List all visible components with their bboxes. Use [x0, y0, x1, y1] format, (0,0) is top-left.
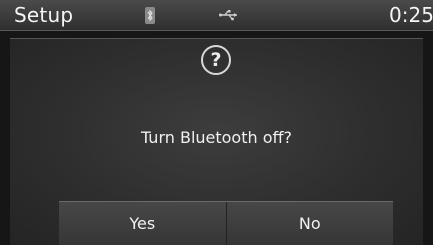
usb-icon [219, 10, 237, 21]
question-icon: ? [201, 45, 231, 75]
dialog-button-bar: Yes No [59, 201, 393, 245]
bluetooth-icon [145, 7, 155, 24]
head-unit-screen: Setup 0:25 ? Turn Bluetooth off? Yes No [0, 0, 433, 245]
clock: 0:25 [389, 3, 433, 27]
status-title: Setup [14, 3, 74, 27]
dialog-message: Turn Bluetooth off? [140, 128, 293, 147]
no-button[interactable]: No [225, 202, 393, 245]
yes-button[interactable]: Yes [59, 202, 226, 245]
status-bar: Setup 0:25 [0, 0, 433, 31]
dialog-panel: ? Turn Bluetooth off? Yes No [10, 38, 423, 245]
